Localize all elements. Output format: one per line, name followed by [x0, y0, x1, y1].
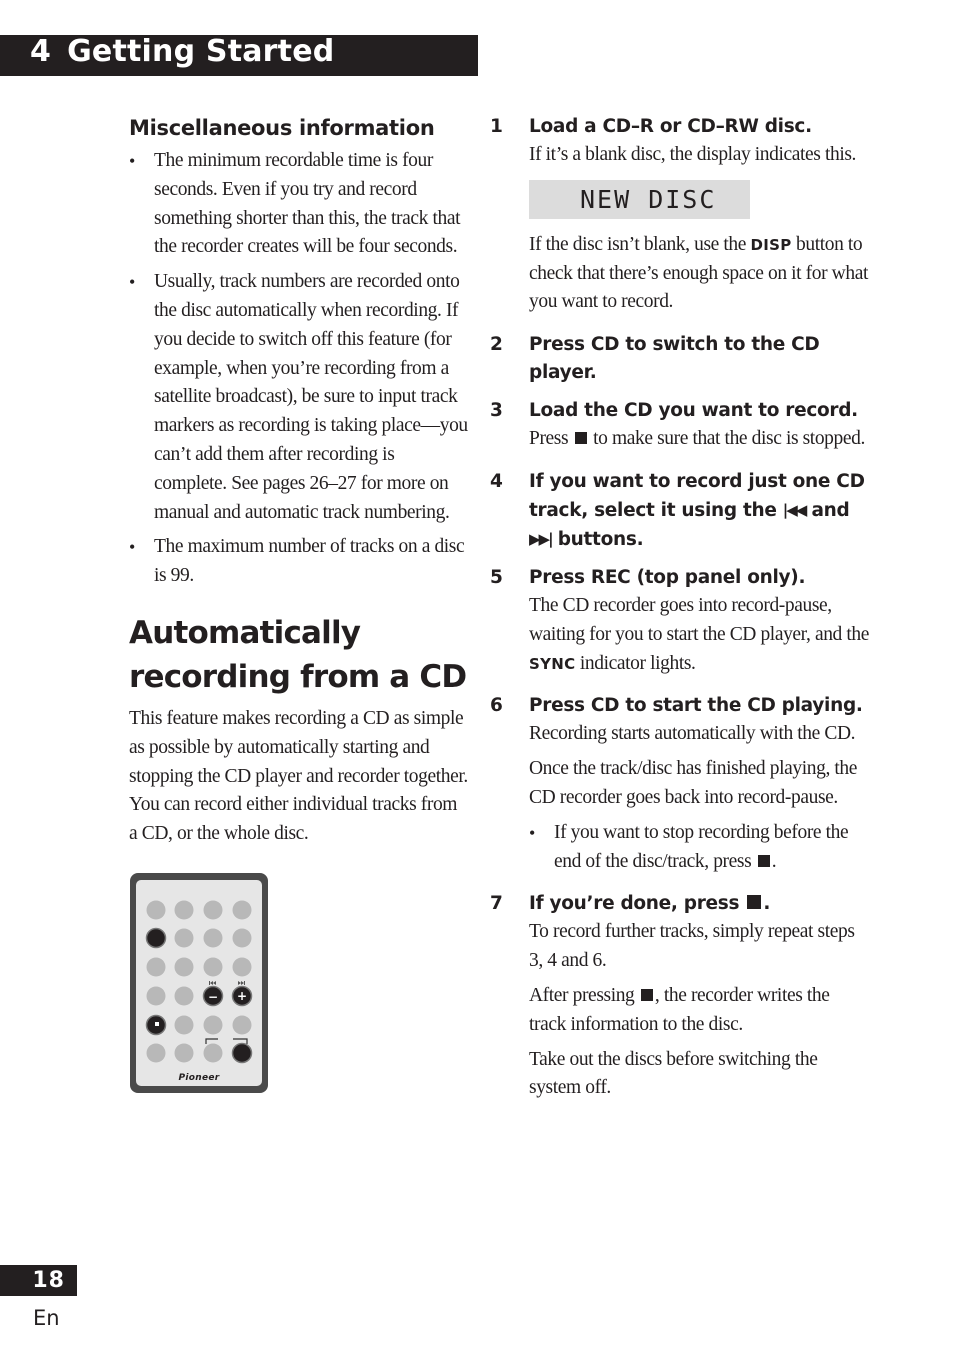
remote-button — [174, 1015, 194, 1035]
text-fragment: If you’re done, press — [529, 893, 746, 915]
next-track-icon: ▶▶| — [529, 529, 554, 548]
remote-button — [232, 928, 252, 948]
text-fragment: After pressing — [529, 984, 639, 1006]
step-title: If you want to record just one CD track,… — [529, 468, 870, 554]
misc-heading: Miscellaneous information — [129, 116, 435, 140]
misc-bullet: The maximum number of tracks on a disc i… — [129, 533, 469, 591]
remote-button — [174, 1043, 194, 1063]
step-4: 4 If you want to record just one CD trac… — [490, 468, 870, 554]
misc-bullet: The minimum recordable time is four seco… — [129, 147, 469, 262]
step-number: 2 — [490, 334, 503, 356]
remote-button — [203, 957, 223, 977]
text-fragment: Press — [529, 428, 573, 450]
remote-button — [174, 986, 194, 1006]
step-7: 7 If you’re done, press . To record furt… — [490, 890, 870, 1103]
step-title: If you’re done, press . — [529, 890, 870, 918]
text-fragment: The CD recorder goes into record-pause, … — [529, 594, 869, 645]
remote-button — [203, 928, 223, 948]
previous-track-icon: |◀◀ — [782, 500, 808, 519]
stop-icon — [747, 895, 762, 910]
sync-keyword: SYNC — [529, 654, 576, 673]
remote-button — [203, 1015, 223, 1035]
chapter-number: 4 — [30, 34, 52, 69]
step-text: After pressing , the recorder writes the… — [529, 982, 870, 1040]
step-title: Load a CD–R or CD–RW disc. — [529, 116, 812, 137]
step-number: 7 — [490, 893, 503, 915]
step-bullet: If you want to stop recording before the… — [529, 819, 870, 877]
step-text: The CD recorder goes into record-pause, … — [529, 592, 870, 678]
remote-button — [174, 957, 194, 977]
remote-button — [232, 957, 252, 977]
text-fragment: to make sure that the disc is stopped. — [588, 428, 865, 450]
step-number: 1 — [490, 116, 503, 137]
step-title: Press CD to switch to the CD player. — [529, 334, 820, 384]
lcd-display-text: NEW DISC — [580, 184, 717, 214]
chapter-title-text: Getting Started — [67, 34, 335, 69]
step-6: 6 Press CD to start the CD playing. Reco… — [490, 692, 870, 876]
remote-button — [145, 927, 167, 949]
lcd-display: NEW DISC — [529, 179, 750, 219]
step-2: 2 Press CD to switch to the CD player. — [490, 331, 870, 387]
step-text: If it’s a blank disc, the display indica… — [529, 144, 857, 165]
stop-icon — [640, 988, 653, 1001]
stop-dot — [155, 1022, 159, 1026]
chapter-title: 4 Getting Started — [30, 34, 334, 70]
left-column: Miscellaneous information The minimum re… — [129, 113, 469, 849]
text-fragment: If the disc isn’t blank, use the — [529, 233, 751, 255]
page-number: 18 — [32, 1268, 65, 1293]
text-fragment: indicator lights. — [575, 652, 696, 674]
section-heading: Automatically recording from a CD — [129, 614, 467, 695]
minus-label: − — [208, 990, 218, 1004]
step-text: Press to make sure that the disc is stop… — [529, 425, 870, 454]
step-text: Recording starts automatically with the … — [529, 723, 856, 745]
step-text: If the disc isn’t blank, use the DISP bu… — [529, 231, 870, 317]
remote-button — [203, 900, 223, 920]
section-intro: This feature makes recording a CD as sim… — [129, 707, 468, 845]
remote-button — [174, 928, 194, 948]
misc-bullet-list: The minimum recordable time is four seco… — [129, 147, 469, 591]
step-3: 3 Load the CD you want to record. Press … — [490, 397, 870, 454]
plus-label: + — [237, 989, 247, 1003]
remote-button — [146, 986, 166, 1006]
remote-button — [146, 957, 166, 977]
step-number: 3 — [490, 400, 503, 422]
remote-button — [232, 1015, 252, 1035]
right-column: 1 Load a CD–R or CD–RW disc. If it’s a b… — [490, 113, 870, 1113]
remote-button — [146, 900, 166, 920]
remote-control-svg: − + Pioneer — [130, 873, 268, 1093]
remote-control-illustration: − + Pioneer — [129, 872, 269, 1094]
text-fragment: and — [805, 499, 850, 521]
stop-icon — [757, 854, 770, 867]
page-number-box: 18 — [0, 1265, 77, 1296]
stop-icon — [574, 432, 587, 445]
step-text: Take out the discs before switching the … — [529, 1048, 818, 1099]
step-number: 5 — [490, 566, 503, 588]
step-1: 1 Load a CD–R or CD–RW disc. If it’s a b… — [490, 113, 870, 317]
remote-button — [146, 1043, 166, 1063]
remote-button — [231, 1042, 253, 1064]
disp-keyword: DISP — [750, 235, 792, 254]
language-label: En — [33, 1306, 60, 1330]
remote-button — [232, 900, 252, 920]
step-title: Load the CD you want to record. — [529, 400, 858, 422]
step-text: Once the track/disc has finished playing… — [529, 758, 858, 808]
text-fragment: . — [771, 850, 777, 872]
step-bullet-list: If you want to stop recording before the… — [529, 819, 870, 877]
text-fragment: . — [763, 893, 771, 915]
misc-bullet: Usually, track numbers are recorded onto… — [129, 268, 469, 527]
text-fragment: If you want to stop recording before the… — [554, 821, 849, 872]
step-title: Press CD to start the CD playing. — [529, 695, 863, 717]
remote-button — [174, 900, 194, 920]
step-text: To record further tracks, simply repeat … — [529, 921, 855, 972]
step-number: 6 — [490, 695, 503, 717]
text-fragment: buttons. — [551, 528, 644, 550]
brand-logo: Pioneer — [178, 1073, 219, 1083]
step-5: 5 Press REC (top panel only). The CD rec… — [490, 564, 870, 678]
step-title: Press REC (top panel only). — [529, 566, 806, 588]
remote-button — [203, 1043, 223, 1063]
step-number: 4 — [490, 470, 503, 492]
